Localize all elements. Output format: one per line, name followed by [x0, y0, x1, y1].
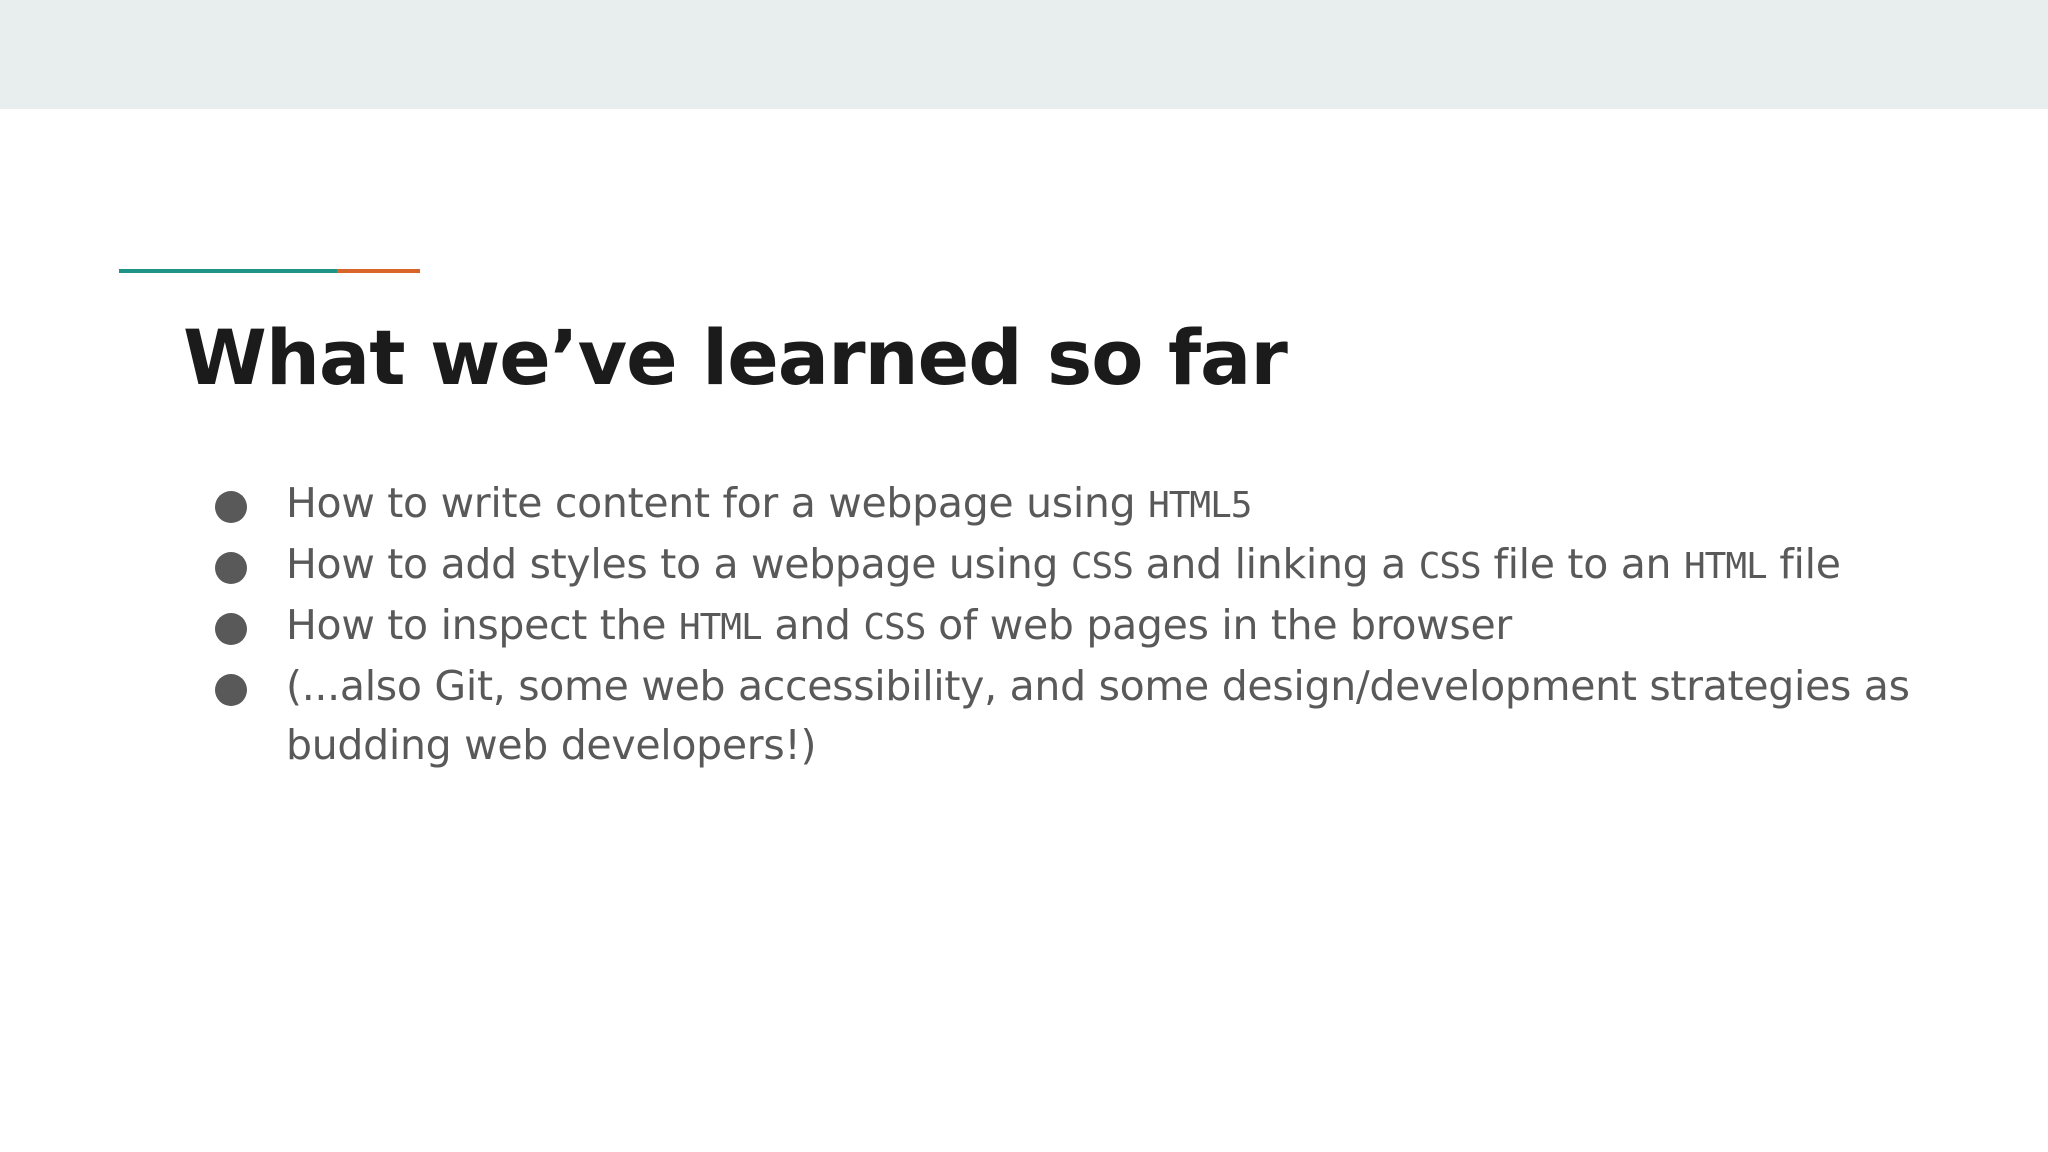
title-accent-line — [119, 269, 420, 273]
bullet-text: How to add styles to a webpage using — [286, 540, 1071, 588]
code-term: HTML5 — [1148, 485, 1252, 526]
code-term: HTML — [1683, 546, 1768, 587]
bullet-item: How to inspect the HTML and CSS of web p… — [210, 596, 1910, 657]
bullet-dot-icon — [215, 491, 247, 523]
bullet-item: How to add styles to a webpage using CSS… — [210, 535, 1910, 596]
bullet-item: (...also Git, some web accessibility, an… — [210, 657, 1910, 775]
bullet-text: and linking a — [1132, 540, 1419, 588]
bullet-list: How to write content for a webpage using… — [210, 474, 1910, 775]
bullet-text: (...also Git, some web accessibility, an… — [286, 662, 1910, 769]
accent-line-teal — [119, 269, 337, 273]
top-band — [0, 0, 2048, 109]
code-term: CSS — [863, 607, 926, 648]
code-term: CSS — [1418, 546, 1482, 587]
bullet-item: How to write content for a webpage using… — [210, 474, 1910, 535]
bullet-dot-icon — [215, 552, 247, 584]
bullet-text: and — [761, 601, 864, 649]
accent-line-orange — [337, 269, 420, 273]
code-term: CSS — [1070, 546, 1134, 587]
bullet-text: of web pages in the browser — [925, 601, 1512, 649]
bullet-text: How to write content for a webpage using — [286, 479, 1149, 527]
slide-title: What we’ve learned so far — [183, 313, 1288, 402]
bullet-dot-icon — [215, 613, 247, 645]
bullet-text: file — [1766, 540, 1841, 588]
bullet-dot-icon — [215, 674, 247, 706]
code-term: HTML — [678, 607, 763, 648]
slide: What we’ve learned so far How to write c… — [0, 0, 2048, 1152]
bullet-text: file to an — [1480, 540, 1684, 588]
bullet-text: How to inspect the — [286, 601, 679, 649]
